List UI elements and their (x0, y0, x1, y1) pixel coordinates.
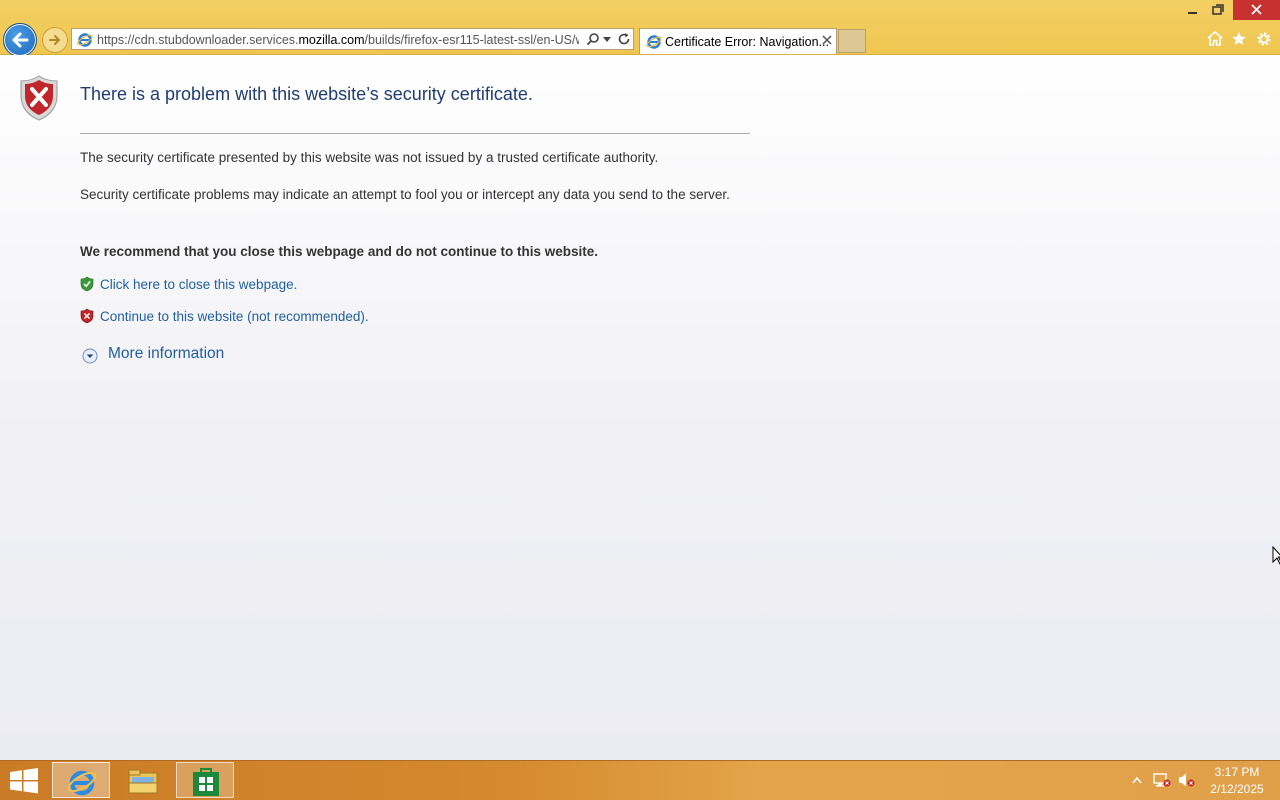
recommendation-text: We recommend that you close this webpage… (80, 244, 599, 259)
tab-certificate-error[interactable]: Certificate Error: Navigation... (639, 28, 837, 54)
close-window-button[interactable] (1233, 0, 1280, 20)
taskbar-file-explorer[interactable] (114, 762, 172, 798)
shield-check-icon (80, 276, 94, 292)
url-prefix: https://cdn.stubdownloader.services. (97, 33, 299, 47)
windows-start-icon[interactable] (8, 768, 40, 794)
issuer-paragraph: The security certificate presented by th… (80, 150, 659, 165)
more-information-toggle[interactable]: More information (82, 344, 252, 366)
back-button[interactable] (3, 23, 37, 57)
ie-icon (67, 770, 97, 796)
page-title: There is a problem with this website’s s… (80, 84, 533, 104)
address-bar[interactable]: https://cdn.stubdownloader.services.mozi… (71, 28, 634, 50)
clock-time[interactable]: 3:17 PM (1200, 765, 1274, 779)
home-icon[interactable] (1206, 30, 1224, 47)
network-icon[interactable] (1153, 772, 1171, 788)
close-tab-icon[interactable] (821, 34, 833, 46)
mouse-cursor-icon (1272, 546, 1280, 565)
volume-muted-icon[interactable] (1178, 772, 1196, 788)
warning-paragraph: Security certificate problems may indica… (80, 187, 730, 202)
browser-toolbar: https://cdn.stubdownloader.services.mozi… (0, 0, 1280, 57)
taskbar-store[interactable] (176, 762, 234, 798)
continue-website-row: Continue to this website (not recommende… (80, 308, 400, 328)
ie-icon (77, 33, 93, 47)
shield-x-icon (80, 308, 94, 324)
refresh-icon[interactable] (617, 32, 631, 46)
divider (80, 133, 750, 134)
ie-icon (646, 35, 662, 49)
chevron-down-icon[interactable] (603, 37, 611, 42)
taskbar-internet-explorer[interactable] (52, 762, 110, 798)
shield-error-icon (20, 75, 58, 121)
close-icon (1251, 4, 1262, 15)
restore-button[interactable] (1208, 2, 1228, 18)
search-icon[interactable] (586, 32, 600, 46)
clock-date[interactable]: 2/12/2025 (1200, 782, 1274, 796)
continue-website-link[interactable]: Continue to this website (not recommende… (100, 309, 369, 324)
store-icon (193, 768, 219, 796)
close-webpage-row: Click here to close this webpage. (80, 276, 340, 296)
folder-icon (128, 769, 158, 794)
new-tab-button[interactable] (838, 29, 866, 53)
url-domain: mozilla.com (298, 33, 365, 47)
taskbar (0, 760, 1280, 800)
url-suffix: /builds/firefox-esr115-latest-ssl/en-US/… (364, 33, 579, 47)
tab-title: Certificate Error: Navigation... (665, 35, 829, 49)
forward-icon (49, 35, 60, 45)
back-icon (12, 32, 29, 48)
forward-button[interactable] (42, 27, 68, 53)
close-webpage-link[interactable]: Click here to close this webpage. (100, 277, 297, 292)
gear-icon[interactable] (1255, 30, 1273, 48)
more-information-label: More information (108, 345, 225, 362)
page-content: There is a problem with this website’s s… (0, 55, 1280, 760)
expand-circle-icon (82, 348, 98, 364)
url-text[interactable]: https://cdn.stubdownloader.services.mozi… (97, 32, 579, 48)
show-hidden-icons-icon[interactable] (1132, 777, 1142, 784)
minimize-button[interactable] (1182, 2, 1202, 18)
star-icon[interactable] (1230, 30, 1248, 47)
